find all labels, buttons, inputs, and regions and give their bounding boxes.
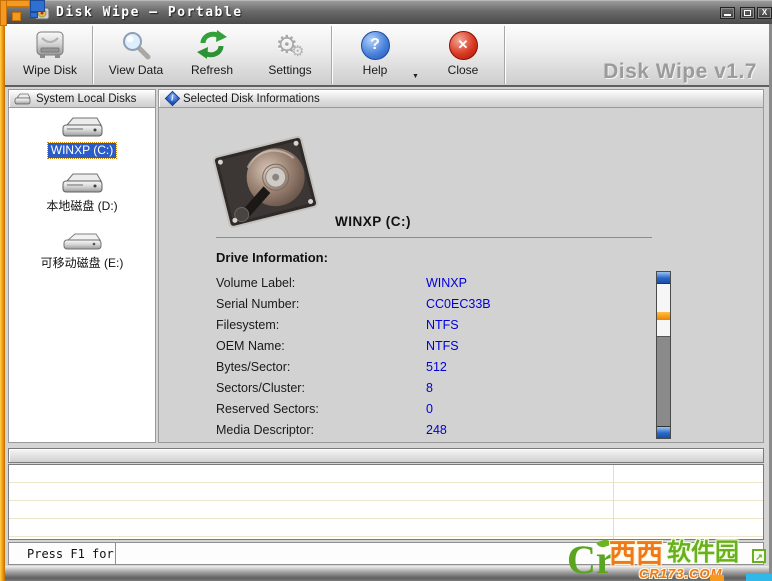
disk-item-label[interactable]: 可移动磁盘 (E:) [38,256,127,271]
log-list-column-divider [613,465,614,539]
toolbar: Wipe Disk View Data Refresh ⚙ ⚙ Settings… [5,24,769,87]
field-filesystem: Filesystem: NTFS [216,318,459,332]
scrollbar-thumb[interactable] [657,284,670,337]
disk-wipe-window: Disk Wipe — Portable X Wipe Disk View Da… [0,0,772,581]
scrollbar-marker[interactable] [657,312,670,320]
close-label: Close [447,63,479,77]
disk-info-body: WINXP (C:) Drive Information: Volume Lab… [158,108,764,443]
log-list[interactable] [8,464,764,540]
gears-icon: ⚙ ⚙ [275,31,305,60]
info-scrollbar[interactable] [656,271,671,439]
minimize-button[interactable] [720,7,735,19]
window-title: Disk Wipe — Portable [56,5,243,20]
magnifier-icon [120,28,152,62]
view-data-button[interactable]: View Data [101,28,171,82]
wipe-disk-label: Wipe Disk [22,63,77,77]
refresh-label: Refresh [190,63,234,77]
disk-list: WINXP (C:) 本地磁盘 (D:) 可移动磁盘 (E:) [8,108,156,443]
maximize-icon [744,10,751,16]
close-button[interactable]: ✕ Close [431,28,495,82]
version-label: Disk Wipe v1.7 [603,60,757,83]
toolbar-separator [504,26,505,84]
disk-list-header: System Local Disks [8,89,156,108]
view-data-label: View Data [108,63,164,77]
help-button[interactable]: ? Help [343,28,407,82]
site-watermark: Cr 西西 软件园 ↗ CR173.COM [567,535,772,581]
watermark-name-2: 软件园 [667,539,739,566]
harddrive-photo [212,136,319,228]
field-serial-number: Serial Number: CC0EC33B [216,297,491,311]
scroll-down-button[interactable] [657,426,670,438]
harddrive-icon [32,28,68,62]
field-volume-label: Volume Label: WINXP [216,276,467,290]
field-bytes-sector: Bytes/Sector: 512 [216,360,447,374]
info-icon: i [164,90,181,107]
close-window-button[interactable]: X [757,7,772,19]
settings-label: Settings [268,63,312,77]
harddrive-icon [62,117,103,137]
disk-list-header-label: System Local Disks [36,92,137,105]
watermark-corner-logo [0,0,46,26]
field-oem-name: OEM Name: NTFS [216,339,459,353]
field-media-descriptor: Media Descriptor: 248 [216,423,447,437]
harddrive-icon [62,173,103,193]
disk-list-panel: System Local Disks WINXP (C:) 本地磁盘 (D:) … [8,89,156,443]
help-icon: ? [360,30,390,60]
refresh-button[interactable]: Refresh [179,28,245,82]
title-bar: Disk Wipe — Portable X [0,0,772,24]
field-reserved-sectors: Reserved Sectors: 0 [216,402,433,416]
toolbar-separator [92,26,93,84]
log-list-header [8,448,764,463]
disk-info-header-label: Selected Disk Informations [183,92,320,105]
settings-button[interactable]: ⚙ ⚙ Settings [257,28,323,82]
status-help-hint: Press F1 for H [9,543,116,564]
watermark-logo: Cr [567,537,614,581]
disk-info-panel: i Selected Disk Informations WINXP (C:) … [158,89,764,443]
maximize-button[interactable] [740,7,755,19]
watermark-cyan-bar [746,574,772,581]
refresh-icon [195,28,229,62]
disk-item-label[interactable]: WINXP (C:) [46,142,118,159]
wipe-disk-button[interactable]: Wipe Disk [15,28,85,82]
selected-disk-title: WINXP (C:) [335,214,411,229]
disk-item-e[interactable]: 可移动磁盘 (E:) [9,230,155,271]
disks-icon [14,93,31,104]
toolbar-separator [331,26,332,84]
watermark-orange-bar [710,575,724,581]
drive-information-heading: Drive Information: [216,250,328,265]
window-left-border [0,0,5,581]
help-label: Help [362,63,388,77]
close-icon: ✕ [448,30,478,60]
watermark-badge-icon: ↗ [752,549,766,563]
scroll-up-button[interactable] [657,272,670,284]
disk-item-label[interactable]: 本地磁盘 (D:) [43,199,120,214]
minimize-icon [724,14,731,16]
disk-info-header: i Selected Disk Informations [158,89,764,108]
divider [216,237,652,238]
field-sectors-cluster: Sectors/Cluster: 8 [216,381,433,395]
disk-item-c[interactable]: WINXP (C:) [9,115,155,159]
help-dropdown-arrow[interactable]: ▼ [412,73,419,80]
removable-disk-icon [63,233,102,250]
disk-item-d[interactable]: 本地磁盘 (D:) [9,171,155,214]
